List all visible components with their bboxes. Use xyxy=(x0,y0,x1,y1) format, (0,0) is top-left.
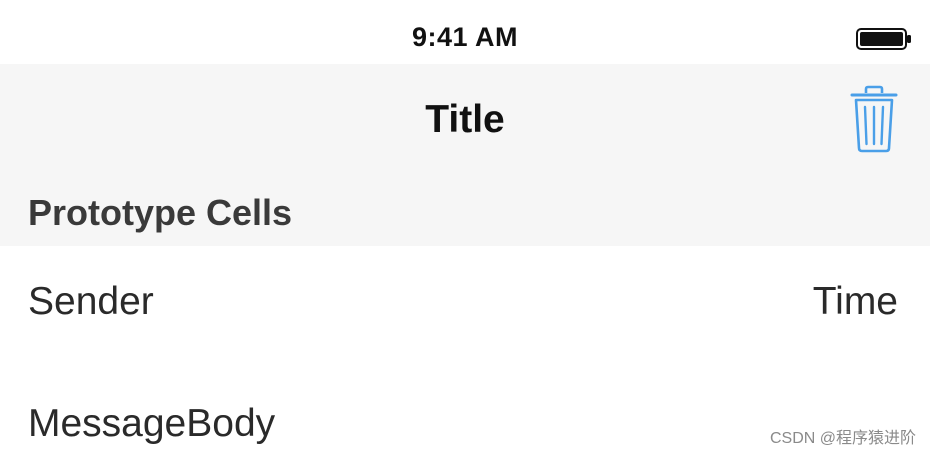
phone-screen: 9:41 AM Title Prototype Cells Sender Tim… xyxy=(0,0,930,460)
status-bar: 9:41 AM xyxy=(0,0,930,64)
status-time: 9:41 AM xyxy=(411,22,519,52)
trash-icon[interactable] xyxy=(846,84,902,154)
battery-full-icon xyxy=(856,28,911,50)
time-label: Time xyxy=(812,280,898,323)
sender-label: Sender xyxy=(28,280,154,323)
watermark: CSDN @程序猿进阶 xyxy=(769,430,916,447)
navigation-bar: Title xyxy=(0,64,930,182)
section-header: Prototype Cells xyxy=(0,182,930,246)
nav-title: Title xyxy=(425,98,505,141)
message-body-label: MessageBody xyxy=(28,402,276,445)
section-header-label: Prototype Cells xyxy=(28,192,293,233)
